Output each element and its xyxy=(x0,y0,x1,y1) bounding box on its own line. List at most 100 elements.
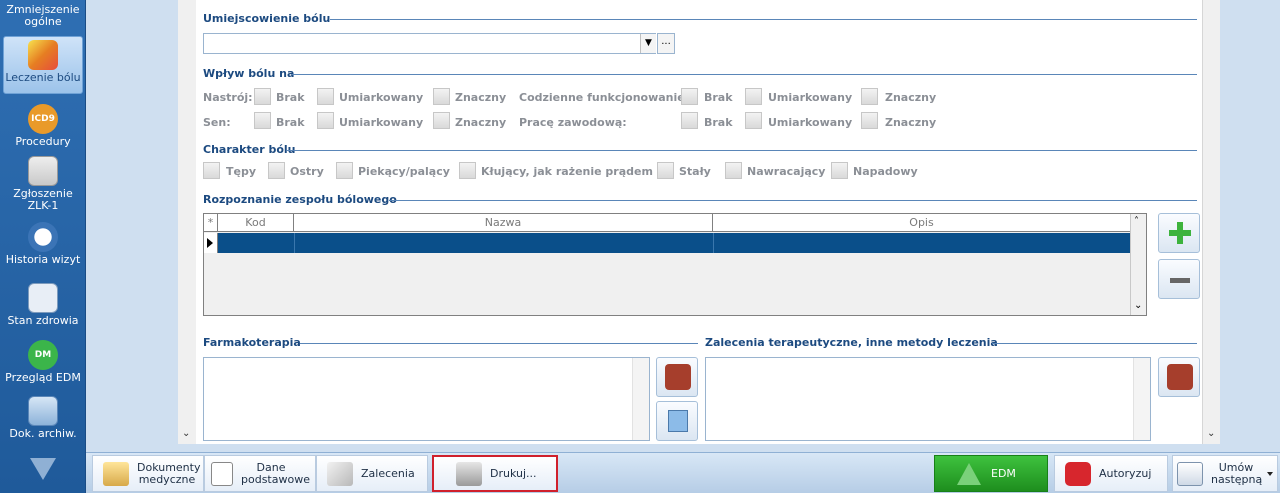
dictionary-icon xyxy=(1167,364,1193,390)
grid-col-code[interactable]: Kod xyxy=(218,214,294,232)
character-checkbox[interactable] xyxy=(657,162,674,179)
sleep-label: Sen: xyxy=(203,116,231,129)
nav-label: Procedury xyxy=(15,135,71,148)
character-label: Tępy xyxy=(226,165,257,178)
character-checkbox[interactable] xyxy=(203,162,220,179)
edm-icon: DM xyxy=(28,340,58,370)
option-label: Znaczny xyxy=(885,91,937,104)
option-label: Umiarkowany xyxy=(339,91,424,104)
nav-item-procedury[interactable]: ICD9 Procedury xyxy=(0,104,86,148)
chevron-down-icon[interactable]: ▼ xyxy=(640,34,656,53)
divider xyxy=(287,150,1197,151)
character-checkbox[interactable] xyxy=(725,162,742,179)
grid-col-marker: * xyxy=(204,214,218,232)
textarea-scrollbar[interactable] xyxy=(1133,358,1150,440)
button-label: Dane podstawowe xyxy=(241,460,310,486)
bottom-toolbar: Dokumenty medyczne Dane podstawowe Zalec… xyxy=(86,452,1280,493)
nav-label: Stan zdrowia xyxy=(7,314,79,327)
option-label: Umiarkowany xyxy=(339,116,424,129)
work-significant-checkbox[interactable] xyxy=(861,112,878,129)
plus-icon xyxy=(1169,222,1191,244)
minus-icon xyxy=(1170,278,1190,283)
divider xyxy=(300,343,698,344)
pen-paper-icon xyxy=(327,461,353,486)
chevron-down-icon[interactable]: ⌄ xyxy=(1207,428,1215,439)
sleep-moderate-checkbox[interactable] xyxy=(317,112,334,129)
dictionary-button[interactable] xyxy=(656,357,698,397)
nav-item-leczenie-bolu[interactable]: Leczenie bólu xyxy=(3,36,83,94)
character-checkbox[interactable] xyxy=(831,162,848,179)
work-moderate-checkbox[interactable] xyxy=(745,112,762,129)
character-label: Napadowy xyxy=(853,165,918,178)
inner-scrollbar[interactable]: ⌄ xyxy=(178,0,196,444)
add-diagnosis-button[interactable] xyxy=(1158,213,1200,253)
nav-item-edm[interactable]: DM Przegląd EDM xyxy=(0,340,86,384)
mood-significant-checkbox[interactable] xyxy=(433,88,450,105)
pharma-textarea[interactable] xyxy=(203,357,650,441)
browse-button[interactable]: ... xyxy=(657,33,675,54)
mood-label: Nastrój: xyxy=(203,91,253,104)
mood-none-checkbox[interactable] xyxy=(254,88,271,105)
documents-icon xyxy=(103,461,129,486)
power-icon xyxy=(1065,461,1091,486)
button-label: Dokumenty medyczne xyxy=(137,460,201,486)
diagnosis-grid[interactable]: * Kod Nazwa Opis ˄ ⌄ xyxy=(203,213,1147,316)
character-checkbox[interactable] xyxy=(459,162,476,179)
recommendations-textarea[interactable] xyxy=(705,357,1151,441)
schedule-next-button[interactable]: Umów następną xyxy=(1172,455,1278,492)
character-checkbox[interactable] xyxy=(268,162,285,179)
documents-button[interactable]: Dokumenty medyczne xyxy=(92,455,204,492)
grid-col-name[interactable]: Nazwa xyxy=(294,214,713,232)
sleep-significant-checkbox[interactable] xyxy=(433,112,450,129)
basic-data-button[interactable]: Dane podstawowe xyxy=(204,455,316,492)
nav-item-zmniejszenie[interactable]: Zmniejszenie ogólne xyxy=(0,4,86,28)
work-label: Pracę zawodową: xyxy=(519,116,627,129)
grid-scrollbar[interactable]: ˄ ⌄ xyxy=(1130,214,1146,315)
chevron-down-icon[interactable]: ⌄ xyxy=(182,428,190,439)
daily-significant-checkbox[interactable] xyxy=(861,88,878,105)
nav-label: Leczenie bólu xyxy=(5,71,81,84)
character-label: Stały xyxy=(679,165,711,178)
nav-item-dok-archiw[interactable]: Dok. archiw. xyxy=(0,396,86,440)
option-label: Znaczny xyxy=(455,91,507,104)
chevron-down-icon[interactable] xyxy=(1267,472,1273,476)
dictionary-button[interactable] xyxy=(1158,357,1200,397)
nav-item-stan-zdrowia[interactable]: Stan zdrowia xyxy=(0,283,86,327)
section-pharma-title: Farmakoterapia xyxy=(203,336,301,349)
option-label: Umiarkowany xyxy=(768,116,853,129)
option-label: Znaczny xyxy=(455,116,507,129)
authorize-button[interactable]: Autoryzuj xyxy=(1054,455,1168,492)
chevron-up-icon[interactable]: ˄ xyxy=(1134,216,1139,227)
table-row[interactable] xyxy=(218,233,1130,253)
daily-moderate-checkbox[interactable] xyxy=(745,88,762,105)
print-button[interactable]: Drukuj... xyxy=(432,455,558,492)
nav-item-zlk1[interactable]: Zgłoszenie ZLK-1 xyxy=(0,156,86,212)
chevron-down-icon[interactable]: ⌄ xyxy=(1134,300,1142,311)
location-combo[interactable] xyxy=(203,33,656,54)
nav-item-historia[interactable]: Historia wizyt xyxy=(0,222,86,266)
printer-icon xyxy=(456,461,482,486)
edm-button[interactable]: EDM xyxy=(934,455,1048,492)
remove-diagnosis-button[interactable] xyxy=(1158,259,1200,299)
character-checkbox[interactable] xyxy=(336,162,353,179)
nav-label: Zmniejszenie ogólne xyxy=(6,3,80,28)
scroll-down-icon[interactable] xyxy=(30,458,56,480)
report-icon xyxy=(28,156,58,186)
nav-label: Przegląd EDM xyxy=(5,371,81,384)
character-label: Kłujący, jak rażenie prądem xyxy=(481,165,653,178)
grid-col-desc[interactable]: Opis xyxy=(713,214,1130,232)
character-label: Piekący/palący xyxy=(358,165,450,178)
sleep-none-checkbox[interactable] xyxy=(254,112,271,129)
copy-button[interactable] xyxy=(656,401,698,441)
daily-none-checkbox[interactable] xyxy=(681,88,698,105)
textarea-scrollbar[interactable] xyxy=(632,358,649,440)
section-recommend-title: Zalecenia terapeutyczne, inne metody lec… xyxy=(705,336,998,349)
divider xyxy=(389,200,1197,201)
work-none-checkbox[interactable] xyxy=(681,112,698,129)
recommendations-button[interactable]: Zalecenia xyxy=(316,455,428,492)
form-scrollbar[interactable]: ⌄ xyxy=(1202,0,1220,444)
mood-moderate-checkbox[interactable] xyxy=(317,88,334,105)
copy-icon xyxy=(668,410,688,432)
app-window: Zmniejszenie ogólne Leczenie bólu ICD9 P… xyxy=(0,0,1280,493)
nav-label: Dok. archiw. xyxy=(9,427,77,440)
